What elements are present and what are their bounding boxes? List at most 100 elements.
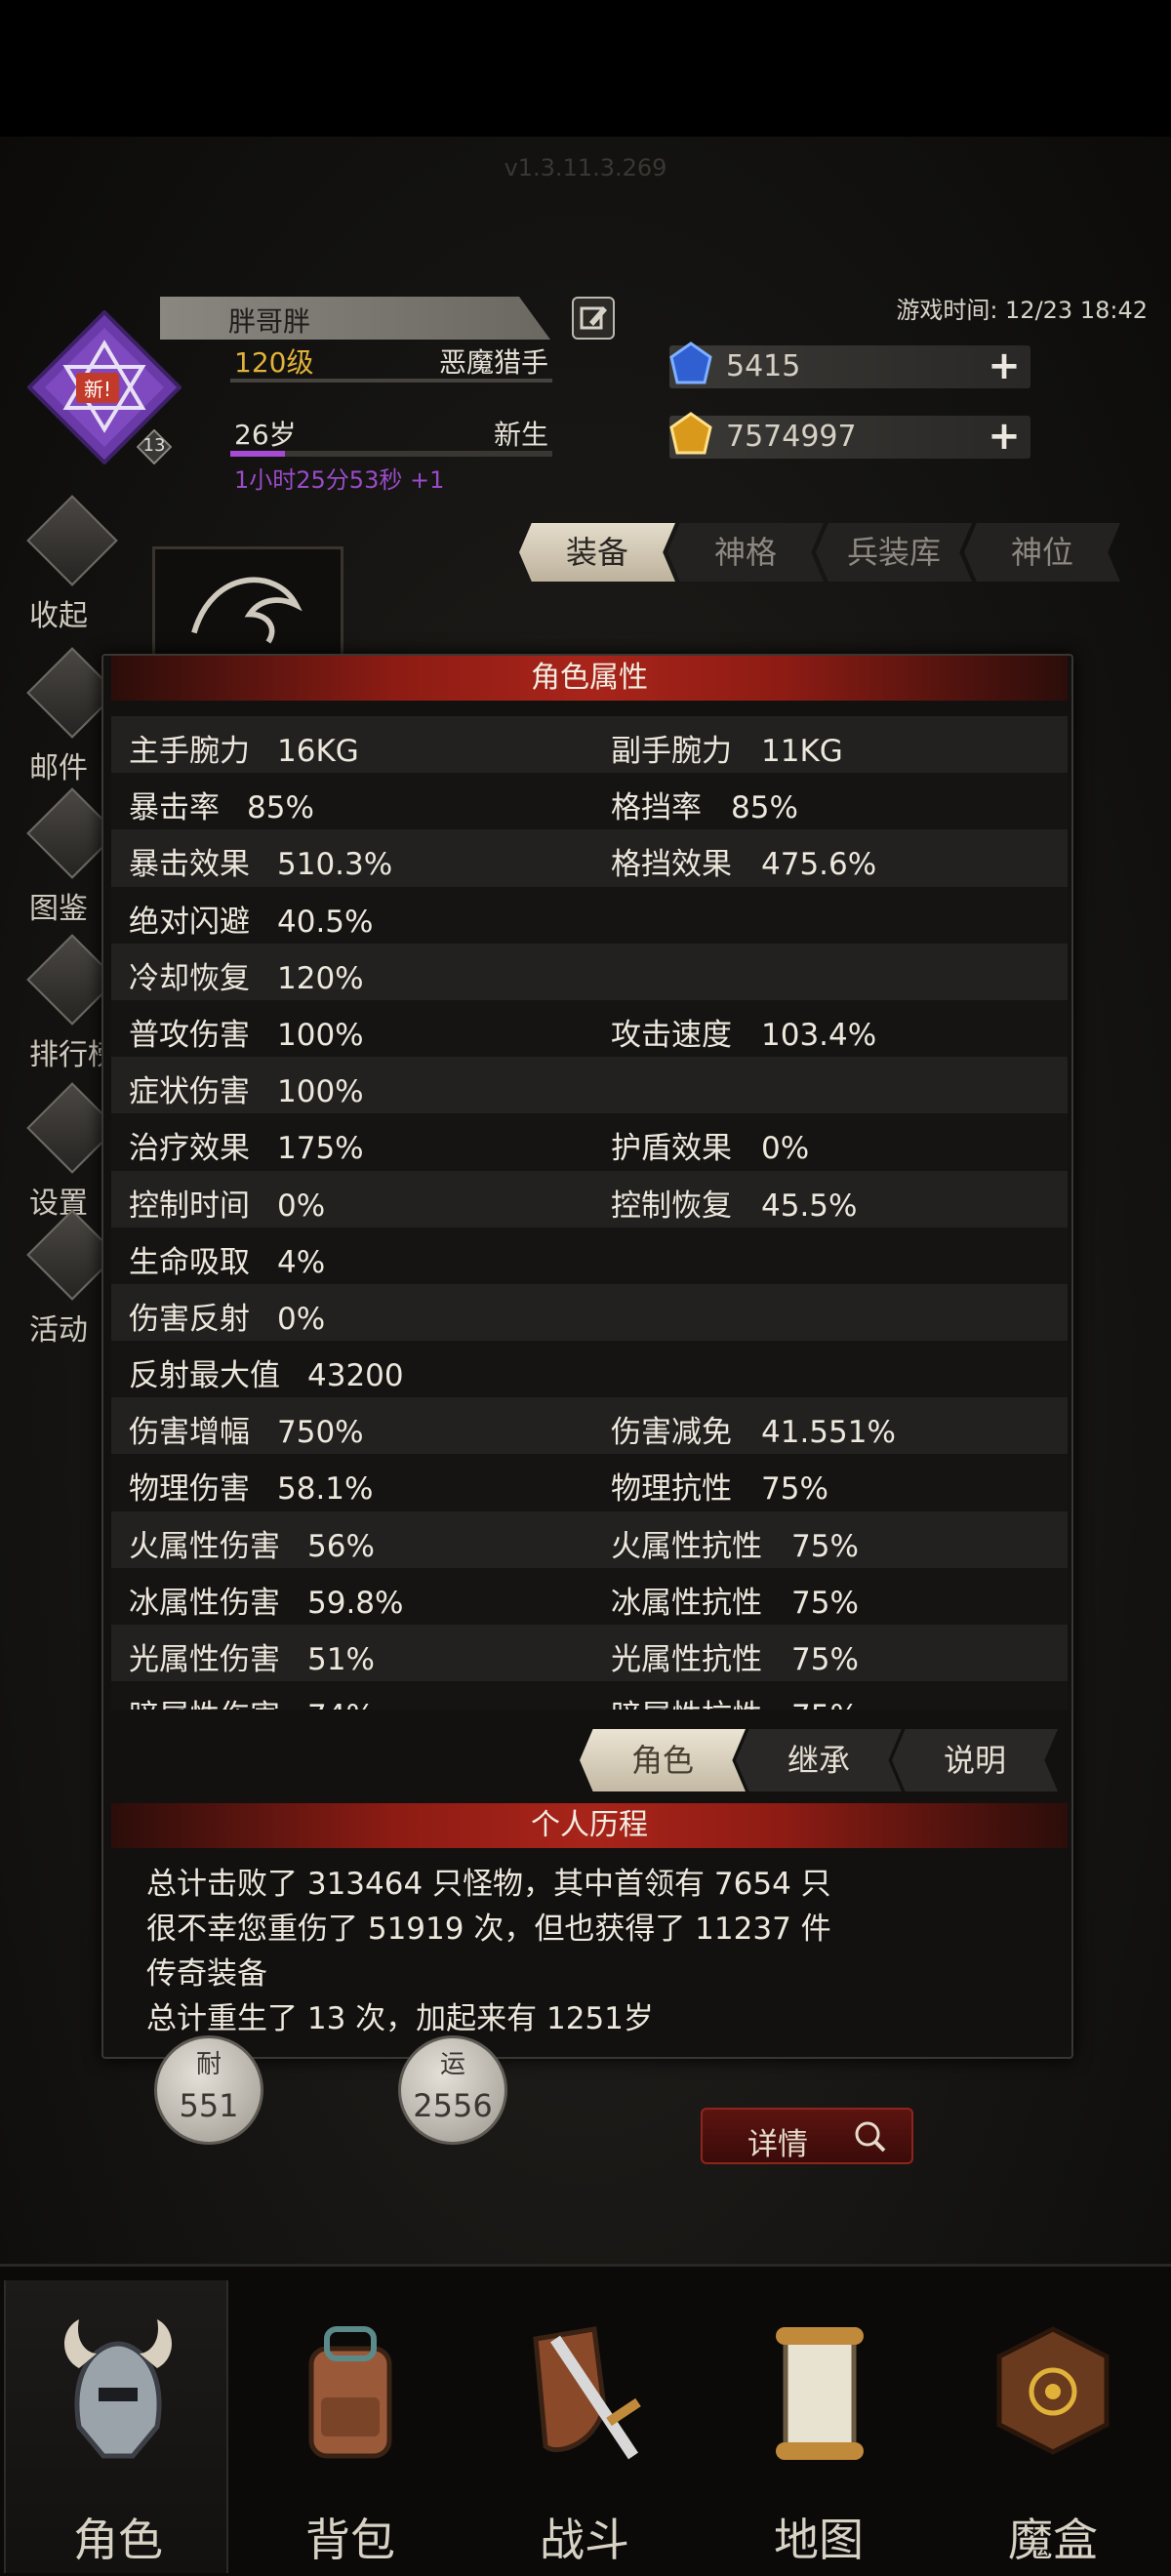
stat-value: 0% [277, 1301, 326, 1337]
player-name: 胖哥胖 [228, 305, 311, 338]
endurance-stat[interactable]: 耐 551 [154, 2035, 263, 2145]
age-timer: 1小时25分53秒 +1 [234, 466, 445, 494]
edit-name-button[interactable] [572, 297, 615, 340]
stat-row: 光属性伤害 51% 光属性抗性 75% [111, 1625, 1068, 1682]
stat-left: 暴击效果 510.3% [129, 839, 392, 883]
stat-label: 攻击速度 [611, 1017, 732, 1053]
stat-value: 45.5% [761, 1187, 858, 1224]
edit-icon [580, 306, 607, 330]
tab-divinity[interactable]: 神格 [667, 523, 824, 582]
stat-row: 绝对闪避 40.5% [111, 886, 1068, 944]
stat-right: 护盾效果 0% [611, 1123, 809, 1167]
stat-right: 火属性抗性 75% [611, 1521, 859, 1565]
player-name-plate: 胖哥胖 [160, 297, 550, 340]
nav-magic-box[interactable]: 魔盒 [941, 2280, 1165, 2573]
stat-label: 暴击效果 [129, 847, 250, 883]
sword-shield-icon [533, 2326, 641, 2460]
stat-row: 伤害反射 0% [111, 1283, 1068, 1342]
player-age: 26岁 [234, 419, 297, 451]
stat-value: 85% [731, 790, 798, 826]
history-title: 个人历程 [111, 1803, 1068, 1848]
subtab-inherit[interactable]: 继承 [736, 1729, 902, 1791]
nav-character[interactable]: 角色 [4, 2280, 228, 2573]
stat-value: 510.3% [277, 847, 393, 883]
stat-row: 普攻伤害 100% 攻击速度 103.4% [111, 999, 1068, 1058]
subtab-description[interactable]: 说明 [892, 1729, 1058, 1791]
stat-row: 生命吸取 4% [111, 1227, 1068, 1284]
stat-row: 火属性伤害 56% 火属性抗性 75% [111, 1510, 1068, 1568]
player-class: 恶魔猎手 [438, 346, 548, 379]
stat-value: 56% [307, 1528, 375, 1564]
stat-row: 控制时间 0% 控制恢复 45.5% [111, 1170, 1068, 1228]
stat-label: 冰属性抗性 [611, 1585, 762, 1621]
gold-resource: 7574997 + [669, 412, 1030, 459]
stat-left: 暴击率 85% [129, 783, 314, 826]
nav-backpack[interactable]: 背包 [238, 2280, 463, 2573]
stat-label: 控制时间 [129, 1187, 250, 1224]
history-line: 总计击败了 313464 只怪物，其中首领有 7654 只 [146, 1867, 831, 1902]
side-collapse[interactable]: 收起 [14, 495, 131, 633]
stat-left: 光属性伤害 51% [129, 1634, 375, 1678]
stat-value: 75% [791, 1642, 859, 1677]
stat-label: 格挡率 [611, 790, 702, 826]
stat-left: 控制时间 0% [129, 1181, 325, 1225]
level-row: 120级 恶魔猎手 [230, 342, 552, 381]
stat-right: 光属性抗性 75% [611, 1634, 859, 1678]
stat-value: 41.551% [761, 1415, 896, 1451]
stat-label: 伤害减免 [611, 1415, 732, 1451]
age-progress-bar [230, 451, 552, 457]
stat-right: 控制恢复 45.5% [611, 1181, 857, 1225]
stat-label: 物理抗性 [611, 1471, 732, 1508]
backpack-icon [308, 2326, 392, 2459]
helmet-icon [64, 2319, 172, 2459]
stat-label: 绝对闪避 [129, 904, 250, 940]
stat-value: 75% [791, 1585, 859, 1621]
stat-label: 生命吸取 [129, 1244, 250, 1280]
stat-right: 格挡效果 475.6% [611, 839, 876, 883]
stat-row: 主手腕力 16KG 副手腕力 11KG [111, 716, 1068, 774]
stat-row: 症状伤害 100% [111, 1057, 1068, 1114]
stat-value: 75% [761, 1471, 828, 1508]
stat-right: 攻击速度 103.4% [611, 1010, 876, 1054]
stat-row: 反射最大值 43200 [111, 1341, 1068, 1398]
add-gems-button[interactable]: + [982, 345, 1027, 388]
luck-stat[interactable]: 运 2556 [398, 2035, 507, 2145]
game-time: 游戏时间: 12/23 18:42 [896, 297, 1148, 324]
stat-left: 生命吸取 4% [129, 1237, 325, 1281]
stat-row: 物理伤害 58.1% 物理抗性 75% [111, 1454, 1068, 1511]
stat-value: 120% [277, 960, 364, 996]
rebirth-count-badge: 13 [137, 429, 172, 464]
status-bar-area [0, 0, 1171, 137]
stat-left: 物理伤害 58.1% [129, 1464, 373, 1508]
scroll-map-icon [776, 2327, 864, 2460]
subtab-character[interactable]: 角色 [580, 1729, 746, 1791]
nav-map[interactable]: 地图 [707, 2280, 931, 2573]
nav-battle[interactable]: 战斗 [472, 2280, 697, 2573]
stat-value: 100% [277, 1017, 364, 1053]
stat-label: 主手腕力 [129, 734, 250, 769]
stat-left: 伤害反射 0% [129, 1294, 325, 1338]
stat-right: 副手腕力 11KG [611, 726, 843, 770]
stats-list[interactable]: 主手腕力 16KG 副手腕力 11KG 暴击率 85% 格挡率 85% 暴击效果 510.3% 格挡… [111, 716, 1068, 1710]
stat-value: 750% [277, 1415, 364, 1451]
stat-label: 症状伤害 [129, 1074, 250, 1110]
gold-gem-icon [669, 412, 712, 455]
stat-right: 伤害减免 41.551% [611, 1407, 896, 1451]
history-line: 传奇装备 [146, 1956, 267, 1992]
tab-armory[interactable]: 兵装库 [816, 523, 972, 582]
stat-value: 51% [307, 1642, 375, 1677]
stat-row: 暗属性伤害 74% 暗属性抗性 75% [111, 1681, 1068, 1710]
details-button[interactable]: 详情 [701, 2108, 913, 2164]
stat-left: 绝对闪避 40.5% [129, 897, 373, 941]
player-status: 新生 [493, 419, 548, 451]
add-gold-button[interactable]: + [982, 416, 1027, 459]
level-divider [230, 379, 552, 382]
tab-god-position[interactable]: 神位 [964, 523, 1120, 582]
stat-right: 格挡率 85% [611, 783, 798, 826]
stat-label: 光属性伤害 [129, 1642, 280, 1677]
history-line: 很不幸您重伤了 51919 次，但也获得了 11237 件 [146, 1912, 831, 1947]
stat-row: 暴击率 85% 格挡率 85% [111, 773, 1068, 830]
stat-right: 冰属性抗性 75% [611, 1578, 859, 1622]
stat-left: 暗属性伤害 74% [129, 1691, 375, 1710]
tab-equipment[interactable]: 装备 [519, 523, 675, 582]
